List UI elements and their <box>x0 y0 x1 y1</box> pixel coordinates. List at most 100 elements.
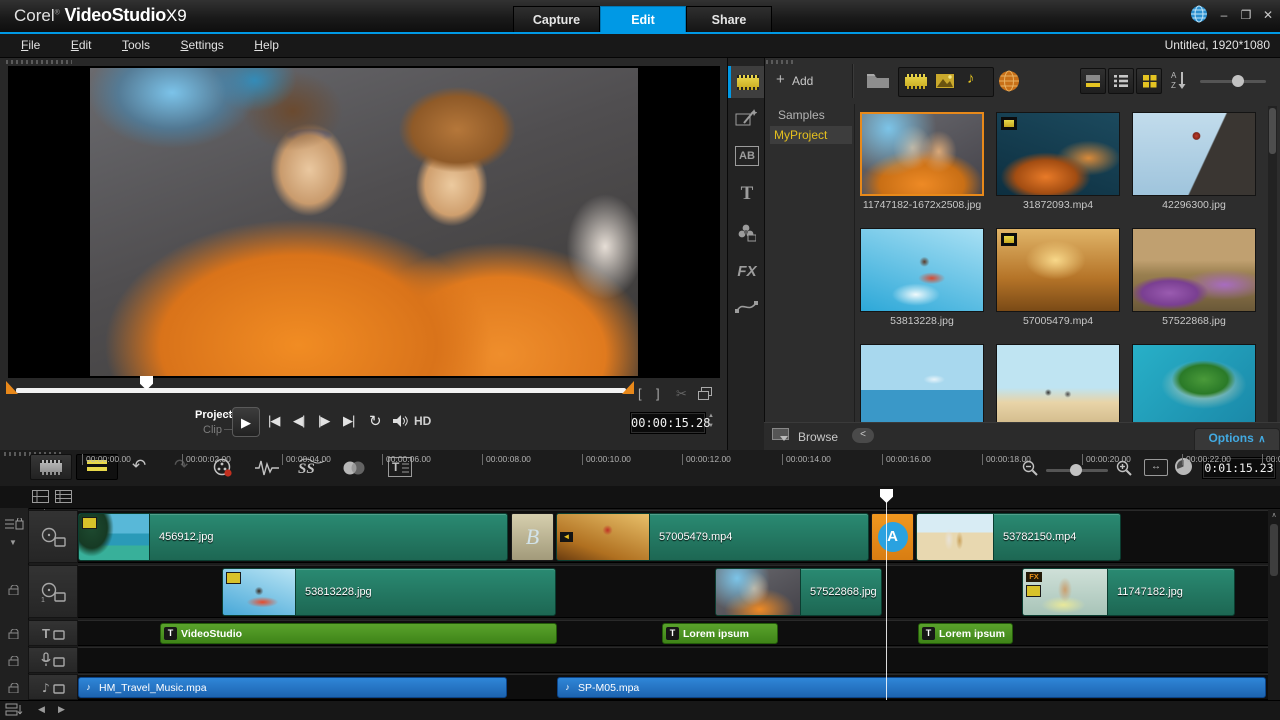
minimize-button[interactable]: – <box>1214 6 1234 24</box>
timeline-clip[interactable]: ◄ 57005479.mp4 <box>556 513 869 561</box>
scrubber-track[interactable] <box>16 388 626 393</box>
browse-button[interactable]: Browse <box>798 430 838 444</box>
options-button[interactable]: Options ∧ <box>1194 428 1280 452</box>
clip-mode-label[interactable]: Clip <box>203 424 222 436</box>
spinner-up-icon[interactable]: ▲ <box>706 411 716 421</box>
timecode-spinner[interactable]: ▲ ▼ <box>706 411 716 431</box>
music-track-header[interactable]: ♪ <box>28 674 78 700</box>
voice-track[interactable] <box>78 647 1268 673</box>
add-folder-button[interactable]: Add <box>792 74 813 88</box>
voice-track-header[interactable] <box>28 647 78 673</box>
undo-button[interactable]: ↶ <box>132 456 146 476</box>
motion-path-category-button[interactable] <box>735 298 758 321</box>
sort-icon[interactable]: AZ <box>1170 70 1188 95</box>
library-item-thumbnail[interactable] <box>996 112 1120 196</box>
storyboard-view-button[interactable] <box>30 454 72 480</box>
timeline-clip[interactable]: 53782150.mp4 <box>916 513 1121 561</box>
hd-toggle[interactable]: HD <box>414 414 431 428</box>
transition-category-button[interactable]: AB <box>735 146 759 166</box>
library-scrollbar[interactable] <box>1268 106 1277 422</box>
music-track[interactable]: ♪ HM_Travel_Music.mpa ♪ SP-M05.mpa <box>78 674 1268 700</box>
thumbnail-size-slider-thumb[interactable] <box>1232 75 1244 87</box>
graphics-category-button[interactable] <box>736 222 756 247</box>
title-track-header[interactable]: T <box>28 620 78 646</box>
nav-samples[interactable]: Samples <box>778 108 825 122</box>
show-all-tracks-icon[interactable] <box>55 490 72 508</box>
track-lock-icon[interactable] <box>8 653 20 671</box>
fade-transition-button[interactable] <box>342 460 368 481</box>
timeline-ruler[interactable] <box>0 486 1280 509</box>
view-list-button[interactable] <box>1108 68 1134 94</box>
menu-settings[interactable]: Settings <box>167 34 236 56</box>
music-clip[interactable]: ♪ SP-M05.mpa <box>557 677 1266 698</box>
spinner-down-icon[interactable]: ▼ <box>706 421 716 431</box>
library-scrollbar-thumb[interactable] <box>1269 108 1276 154</box>
menu-file[interactable]: File <box>8 34 53 56</box>
next-frame-button[interactable]: |▶ <box>318 413 329 429</box>
preview-timecode[interactable]: 00:00:15.28 <box>630 412 706 434</box>
tab-capture[interactable]: Capture <box>513 6 600 32</box>
scroll-up-icon[interactable]: ∧ <box>1268 510 1280 522</box>
filter-photos-button[interactable] <box>935 73 955 94</box>
nav-myproject[interactable]: MyProject <box>774 128 827 142</box>
browse-icon[interactable] <box>772 428 792 448</box>
library-item-thumbnail[interactable] <box>1132 112 1256 196</box>
timeline-zoom-slider-thumb[interactable] <box>1070 464 1082 476</box>
title-clip[interactable]: T Lorem ipsum <box>662 623 778 644</box>
mark-in-icon[interactable]: [ <box>638 386 642 401</box>
menu-edit[interactable]: Edit <box>58 34 105 56</box>
library-folder-icon[interactable] <box>866 72 890 94</box>
ripple-editing-icon[interactable] <box>4 518 24 537</box>
filter-audio-button[interactable]: ♪ <box>967 70 975 87</box>
track-manager-icon[interactable] <box>32 490 49 508</box>
view-large-thumbnails-button[interactable] <box>1080 68 1106 94</box>
library-item-thumbnail[interactable] <box>860 228 984 312</box>
track-scroll-right-icon[interactable]: ▶ <box>58 704 65 715</box>
filter-videos-button[interactable] <box>905 74 927 89</box>
library-item-thumbnail[interactable] <box>996 344 1120 428</box>
swap-tracks-icon[interactable] <box>5 703 25 720</box>
library-item-thumbnail[interactable] <box>1132 344 1256 428</box>
corel-globe-icon[interactable] <box>1190 5 1208 28</box>
instant-project-button[interactable] <box>735 108 757 133</box>
video-track[interactable]: 456912.jpg B ◄ 57005479.mp4 A 53782150.m… <box>78 510 1268 563</box>
repeat-button[interactable]: ↻ <box>369 412 382 430</box>
title-clip[interactable]: T VideoStudio <box>160 623 557 644</box>
maximize-button[interactable]: ❐ <box>1236 6 1256 24</box>
sound-mixer-button[interactable] <box>254 458 280 483</box>
title-clip[interactable]: T Lorem ipsum <box>918 623 1013 644</box>
home-button[interactable]: |◀ <box>268 413 279 429</box>
add-plus-icon[interactable]: + <box>776 71 785 88</box>
menu-tools[interactable]: Tools <box>109 34 163 56</box>
library-item-thumbnail[interactable] <box>860 344 984 428</box>
track-scroll-left-icon[interactable]: ◀ <box>38 704 45 715</box>
timeline-playhead-line[interactable] <box>886 500 887 700</box>
split-clip-icon[interactable]: ✂ <box>676 386 687 402</box>
project-mode-label[interactable]: Project <box>195 409 232 421</box>
view-grid-button[interactable] <box>1136 68 1162 94</box>
volume-icon[interactable] <box>392 414 409 433</box>
transition-clip[interactable]: B <box>511 513 554 561</box>
timeline-clip[interactable]: FX 11747182.jpg <box>1022 568 1235 616</box>
track-lock-icon[interactable] <box>8 582 20 600</box>
title-track[interactable]: T VideoStudio T Lorem ipsum T Lorem ipsu… <box>78 620 1268 646</box>
timeline-clip[interactable]: 57522868.jpg <box>715 568 882 616</box>
close-button[interactable]: ✕ <box>1258 6 1278 24</box>
library-item-thumbnail[interactable] <box>860 112 984 196</box>
timeline-clip[interactable]: 53813228.jpg <box>222 568 556 616</box>
gutter-dropdown-icon[interactable]: ▼ <box>9 538 17 547</box>
transition-clip[interactable]: A <box>871 513 914 561</box>
track-lock-icon[interactable] <box>8 626 20 644</box>
fit-project-icon[interactable]: ↔ <box>1144 459 1168 476</box>
scroll-left-button[interactable]: < <box>852 428 874 443</box>
music-clip[interactable]: ♪ HM_Travel_Music.mpa <box>78 677 507 698</box>
timeline-scrollbar[interactable]: ∧ <box>1268 510 1280 700</box>
overlay-track[interactable]: 53813228.jpg 57522868.jpg FX 11747182.jp… <box>78 565 1268 618</box>
menu-help[interactable]: Help <box>241 34 292 56</box>
tab-edit[interactable]: Edit <box>600 6 686 32</box>
timeline-clip[interactable]: 456912.jpg <box>78 513 508 561</box>
play-button[interactable]: ▶ <box>232 407 260 437</box>
end-button[interactable]: ▶| <box>343 413 354 429</box>
tab-share[interactable]: Share <box>686 6 772 32</box>
timeline-scrollbar-thumb[interactable] <box>1270 524 1278 576</box>
